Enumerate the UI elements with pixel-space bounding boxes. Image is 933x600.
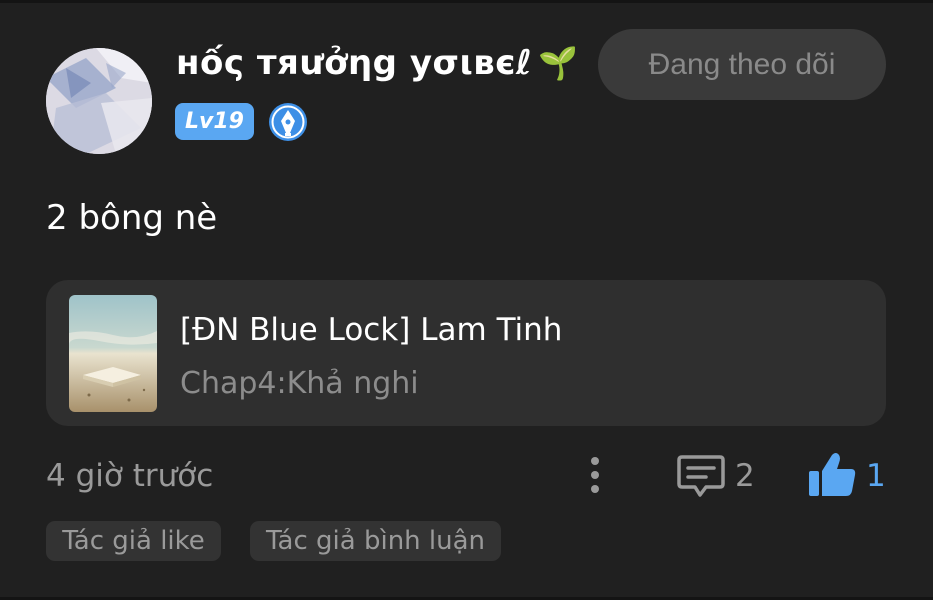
avatar[interactable] — [46, 48, 152, 154]
story-chapter: Chap4:Khả nghi — [180, 366, 419, 401]
vertical-dots-icon[interactable] — [580, 453, 610, 497]
thumbs-up-icon[interactable] — [806, 451, 858, 499]
author-commented-tag: Tác giả bình luận — [250, 521, 501, 561]
comment-count: 2 — [735, 458, 755, 494]
story-link-card[interactable]: [ĐN Blue Lock] Lam Tinh Chap4:Khả nghi — [46, 280, 886, 426]
username-text: нốς тяưởηg уσιвєℓ — [176, 43, 533, 83]
post-card: нốς тяưởηg уσιвєℓ 🌱 Lv19 Đang theo dõi 2 … — [0, 0, 933, 600]
post-timestamp: 4 giờ trước — [46, 458, 214, 494]
avatar-image — [46, 48, 152, 154]
author-liked-tag: Tác giả like — [46, 521, 221, 561]
like-count: 1 — [866, 458, 886, 494]
level-badge: Lv19 — [175, 103, 254, 140]
sprout-emoji: 🌱 — [538, 44, 579, 82]
post-text: 2 bông nè — [46, 198, 218, 238]
following-button[interactable]: Đang theo dõi — [598, 29, 886, 100]
username[interactable]: нốς тяưởηg уσιвєℓ 🌱 — [176, 43, 579, 83]
story-cover-image — [69, 295, 157, 412]
story-title: [ĐN Blue Lock] Lam Tinh — [180, 312, 563, 348]
comment-icon[interactable] — [676, 453, 726, 499]
pen-nib-badge-icon — [268, 102, 308, 142]
